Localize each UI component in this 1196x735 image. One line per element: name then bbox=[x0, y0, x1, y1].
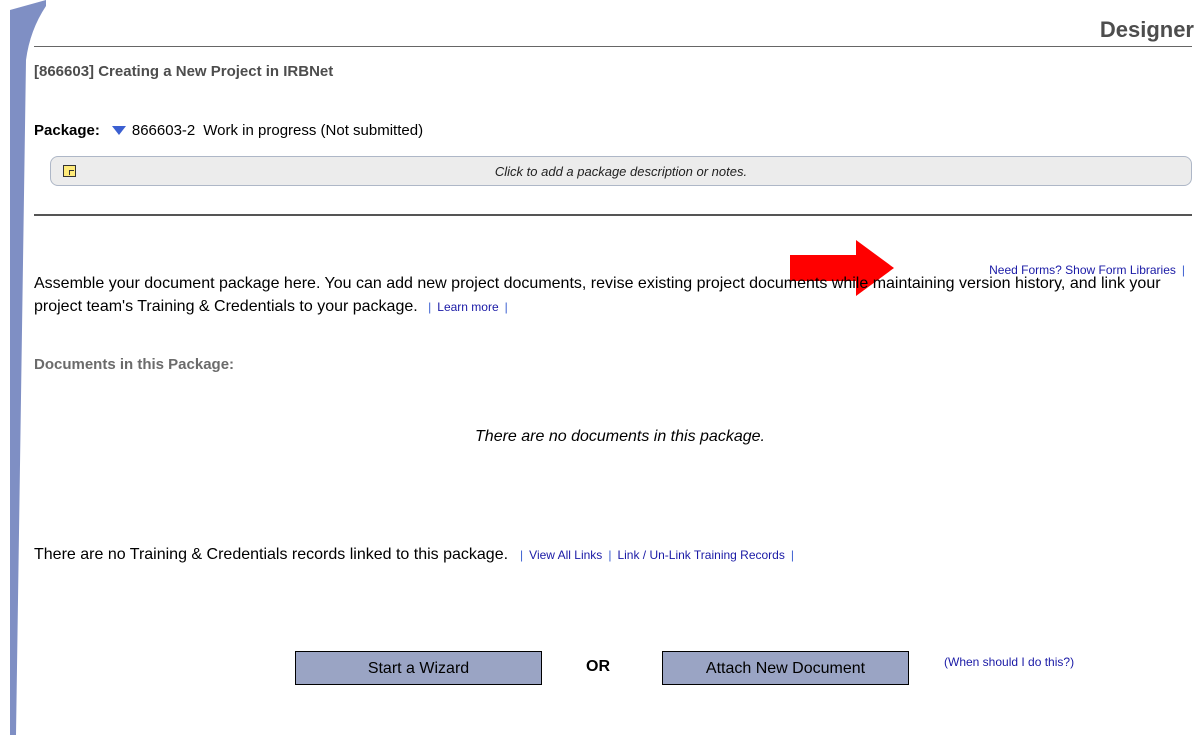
intro-paragraph: Assemble your document package here. You… bbox=[34, 272, 1184, 319]
package-dropdown-icon[interactable] bbox=[111, 126, 126, 135]
intro-text: Assemble your document package here. You… bbox=[34, 275, 1161, 315]
no-documents-message: There are no documents in this package. bbox=[475, 428, 765, 445]
start-wizard-button[interactable]: Start a Wizard bbox=[295, 651, 542, 685]
or-label: OR bbox=[586, 658, 610, 675]
link-unlink-training-link[interactable]: Link / Un-Link Training Records bbox=[617, 548, 784, 562]
link-separator: | bbox=[504, 300, 508, 314]
package-row: Package: 866603-2 Work in progress (Not … bbox=[34, 122, 423, 139]
package-status: Work in progress (Not submitted) bbox=[203, 122, 424, 139]
view-all-links-link[interactable]: View All Links bbox=[529, 548, 602, 562]
link-separator: | bbox=[428, 300, 432, 314]
project-title: [866603] Creating a New Project in IRBNe… bbox=[34, 63, 334, 80]
link-separator: | bbox=[520, 548, 524, 562]
link-separator: | bbox=[790, 548, 794, 562]
when-should-i-do-this-link[interactable]: (When should I do this?) bbox=[944, 655, 1074, 669]
package-id: 866603-2 bbox=[131, 122, 196, 139]
training-row: There are no Training & Credentials reco… bbox=[34, 546, 800, 564]
training-message: There are no Training & Credentials reco… bbox=[34, 546, 509, 563]
learn-more-link[interactable]: Learn more bbox=[437, 300, 498, 314]
package-label: Package: bbox=[34, 122, 100, 139]
section-divider bbox=[34, 214, 1192, 216]
link-separator: | bbox=[608, 548, 612, 562]
documents-heading: Documents in this Package: bbox=[34, 356, 235, 373]
header-divider bbox=[34, 46, 1192, 47]
package-notes-placeholder: Click to add a package description or no… bbox=[494, 164, 748, 179]
training-links: | View All Links | Link / Un-Link Training … bbox=[514, 548, 800, 562]
page-title: Designer bbox=[1099, 17, 1194, 42]
package-notes-bar[interactable]: Click to add a package description or no… bbox=[50, 156, 1192, 186]
attach-new-document-button[interactable]: Attach New Document bbox=[662, 651, 909, 685]
